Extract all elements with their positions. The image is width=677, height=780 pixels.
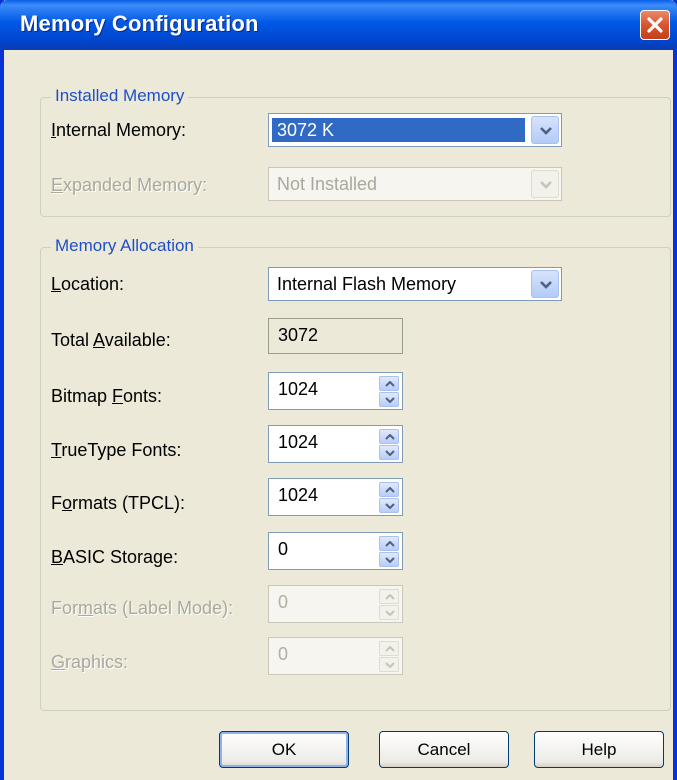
ok-button[interactable]: OK <box>219 731 349 768</box>
installed-memory-legend: Installed Memory <box>51 86 189 106</box>
chevron-down-icon <box>540 127 552 135</box>
formats-tpcl-label: Formats (TPCL): <box>51 493 186 513</box>
graphics-spinbox: 0 <box>268 637 403 675</box>
truetype-fonts-down-button[interactable] <box>379 445 399 460</box>
spin-up-icon <box>385 487 395 493</box>
help-button[interactable]: Help <box>534 731 664 768</box>
spin-up-icon <box>385 541 395 547</box>
truetype-fonts-label: TrueType Fonts: <box>51 440 182 460</box>
formats-tpcl-down-button[interactable] <box>379 498 399 513</box>
formats-tpcl-up-button[interactable] <box>379 482 399 497</box>
total-available-label: Total Available: <box>51 330 171 350</box>
truetype-fonts-up-button[interactable] <box>379 429 399 444</box>
bitmap-fonts-spinbox[interactable]: 1024 <box>268 372 403 410</box>
location-select[interactable]: Internal Flash Memory <box>268 267 562 301</box>
formats-label-mode-up-button <box>379 589 399 604</box>
internal-memory-label: Internal Memory: <box>51 120 187 140</box>
memory-configuration-dialog: Memory Configuration Installed Memory In… <box>0 0 677 780</box>
spin-up-icon <box>385 381 395 387</box>
basic-storage-label: BASIC Storage: <box>51 547 179 567</box>
bitmap-fonts-up-button[interactable] <box>379 376 399 391</box>
spin-up-icon <box>385 594 395 600</box>
truetype-fonts-spinbox[interactable]: 1024 <box>268 425 403 463</box>
formats-tpcl-spinbox[interactable]: 1024 <box>268 478 403 516</box>
formats-label-mode-down-button <box>379 605 399 620</box>
formats-label-mode-spinbox: 0 <box>268 585 403 623</box>
expanded-memory-dropdown-button <box>531 170 559 198</box>
graphics-value: 0 <box>278 644 289 664</box>
bitmap-fonts-down-button[interactable] <box>379 392 399 407</box>
cancel-button[interactable]: Cancel <box>379 731 509 768</box>
chevron-down-icon <box>540 181 552 189</box>
formats-tpcl-value: 1024 <box>278 485 319 505</box>
graphics-up-button <box>379 641 399 656</box>
bitmap-fonts-label: Bitmap Fonts: <box>51 386 163 406</box>
spin-down-icon <box>385 397 395 403</box>
internal-memory-value: 3072 K <box>272 118 525 142</box>
truetype-fonts-value: 1024 <box>278 432 319 452</box>
formats-label-mode-label: Formats (Label Mode): <box>51 598 234 618</box>
close-icon <box>647 17 663 33</box>
basic-storage-spinbox[interactable]: 0 <box>268 532 403 570</box>
spin-up-icon <box>385 434 395 440</box>
spin-down-icon <box>385 662 395 668</box>
location-value: Internal Flash Memory <box>277 274 457 294</box>
title-bar[interactable]: Memory Configuration <box>0 0 677 50</box>
internal-memory-dropdown-button[interactable] <box>531 116 559 144</box>
window-title: Memory Configuration <box>20 11 259 36</box>
spin-down-icon <box>385 503 395 509</box>
spin-down-icon <box>385 450 395 456</box>
chevron-down-icon <box>540 281 552 289</box>
close-button[interactable] <box>640 10 670 40</box>
location-dropdown-button[interactable] <box>531 270 559 298</box>
graphics-down-button <box>379 657 399 672</box>
spin-down-icon <box>385 557 395 563</box>
formats-label-mode-value: 0 <box>278 592 289 612</box>
total-available-value: 3072 <box>268 318 403 354</box>
bitmap-fonts-value: 1024 <box>278 379 319 399</box>
graphics-label: Graphics: <box>51 652 129 672</box>
basic-storage-down-button[interactable] <box>379 552 399 567</box>
internal-memory-select[interactable]: 3072 K <box>268 113 562 147</box>
memory-allocation-legend: Memory Allocation <box>51 236 198 256</box>
location-label: Location: <box>51 274 125 294</box>
expanded-memory-value: Not Installed <box>277 174 378 194</box>
expanded-memory-select: Not Installed <box>268 167 562 201</box>
spin-down-icon <box>385 610 395 616</box>
basic-storage-up-button[interactable] <box>379 536 399 551</box>
spin-up-icon <box>385 646 395 652</box>
basic-storage-value: 0 <box>278 539 289 559</box>
expanded-memory-label: Expanded Memory: <box>51 175 208 195</box>
